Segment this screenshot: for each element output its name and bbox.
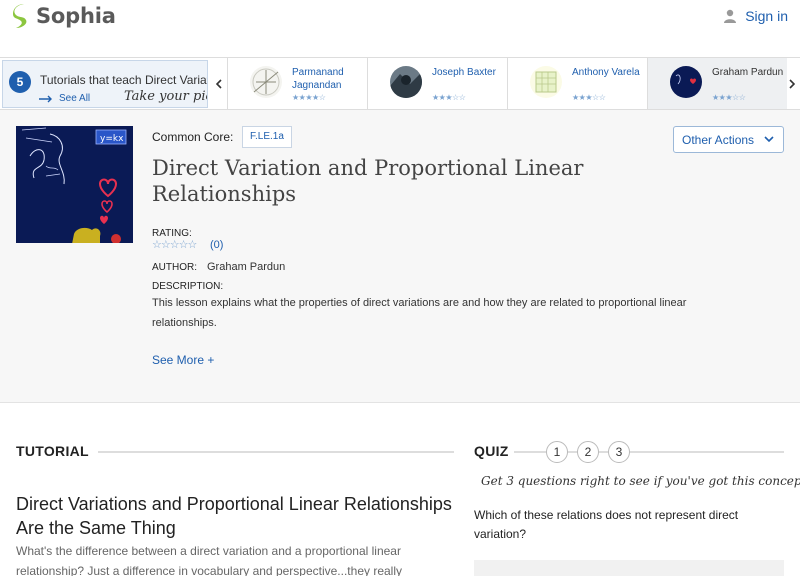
quiz-question-3-button[interactable]: 3 xyxy=(608,441,630,463)
tutor-thumbnail xyxy=(250,66,282,98)
lesson-thumb-formula: y=kx xyxy=(100,134,124,144)
tutor-name: Parmanand Jagnandan xyxy=(292,67,344,91)
lesson-header: y=kx Common Core: F.LE.1a Other Actions … xyxy=(0,110,800,403)
lesson-title: Direct Variation and Proportional Linear… xyxy=(152,156,584,206)
sophia-logo-mark-icon xyxy=(13,4,27,28)
tutor-thumbnail xyxy=(390,66,422,98)
sign-in-label: Sign in xyxy=(745,8,788,24)
brand-name: Sophia xyxy=(36,4,116,28)
tutor-thumbnail xyxy=(530,66,562,98)
lesson-art-icon xyxy=(670,66,702,98)
author-name[interactable]: Graham Pardun xyxy=(207,261,285,273)
tutorials-strip-title: Tutorials that teach Direct Variat xyxy=(40,73,208,87)
tutor-name: Joseph Baxter xyxy=(432,67,496,78)
tutorials-count-badge: 5 xyxy=(9,71,31,93)
worksheet-icon xyxy=(530,66,562,98)
tutor-card-parmanand[interactable]: Parmanand Jagnandan ★★★★☆ xyxy=(227,58,367,109)
tutorial-description: What's the difference between a direct v… xyxy=(16,544,402,576)
see-more-link[interactable]: See More + xyxy=(152,353,214,367)
graph-sketch-icon xyxy=(250,66,282,98)
tutorial-heading: TUTORIAL xyxy=(16,443,89,459)
chevron-right-icon xyxy=(789,78,795,89)
tutorials-strip: 5 Tutorials that teach Direct Variat See… xyxy=(0,57,800,110)
person-icon xyxy=(724,9,737,23)
tutor-rating-stars: ★★★★☆ xyxy=(292,93,326,102)
lesson-description: This lesson explains what the properties… xyxy=(152,297,687,329)
common-core-label: Common Core: xyxy=(152,130,234,144)
sophia-logo[interactable]: Sophia xyxy=(10,3,116,29)
tutor-rating-stars: ★★★☆☆ xyxy=(572,93,606,102)
quiz-heading: QUIZ xyxy=(474,443,509,459)
tutor-name: Graham Pardun xyxy=(712,67,784,78)
quiz-answer-area xyxy=(474,560,784,576)
quiz-question-2-button[interactable]: 2 xyxy=(577,441,599,463)
tutor-card-anthony[interactable]: Anthony Varela ★★★☆☆ xyxy=(507,58,647,109)
quiz-question-1-button[interactable]: 1 xyxy=(546,441,568,463)
description-label: DESCRIPTION: xyxy=(152,281,224,292)
see-all-label: See All xyxy=(59,93,91,104)
quiz-subtitle: Get 3 questions right to see if you've g… xyxy=(481,474,800,488)
lesson-thumbnail[interactable]: y=kx xyxy=(16,126,133,243)
standard-badge[interactable]: F.LE.1a xyxy=(242,126,292,148)
take-your-pick-text: Take your pick: xyxy=(124,89,207,104)
tutorial-divider xyxy=(98,451,454,453)
strip-prev-button[interactable] xyxy=(210,58,228,109)
tutor-rating-stars: ★★★☆☆ xyxy=(712,93,746,102)
arrow-right-icon xyxy=(39,95,52,102)
tutor-thumbnail xyxy=(670,66,702,98)
tutor-rating-stars: ★★★☆☆ xyxy=(432,93,466,102)
tutor-card-joseph[interactable]: Joseph Baxter ★★★☆☆ xyxy=(367,58,507,109)
chevron-down-icon xyxy=(764,136,774,143)
sign-in-link[interactable]: Sign in xyxy=(723,8,788,24)
tutorials-intro: 5 Tutorials that teach Direct Variat See… xyxy=(2,60,208,108)
author-label: AUTHOR: xyxy=(152,262,197,273)
strip-next-button[interactable] xyxy=(783,58,800,109)
quiz-question-text: Which of these relations does not repres… xyxy=(474,508,739,541)
other-actions-label: Other Actions xyxy=(682,132,755,147)
tutor-card-graham[interactable]: Graham Pardun ★★★☆☆ xyxy=(647,58,787,109)
chevron-left-icon xyxy=(216,78,222,89)
tutor-name: Anthony Varela xyxy=(572,67,640,78)
tutor-photo-icon xyxy=(390,66,422,98)
lesson-illustration-icon: y=kx xyxy=(16,126,133,243)
rating-count[interactable]: (0) xyxy=(210,239,223,251)
tutorial-title[interactable]: Direct Variations and Proportional Linea… xyxy=(16,492,456,540)
site-header: Sophia Sign in xyxy=(0,0,800,57)
other-actions-button[interactable]: Other Actions xyxy=(673,126,784,153)
see-all-link[interactable]: See All xyxy=(39,93,90,104)
rating-stars[interactable]: ☆☆☆☆☆ xyxy=(152,238,197,251)
